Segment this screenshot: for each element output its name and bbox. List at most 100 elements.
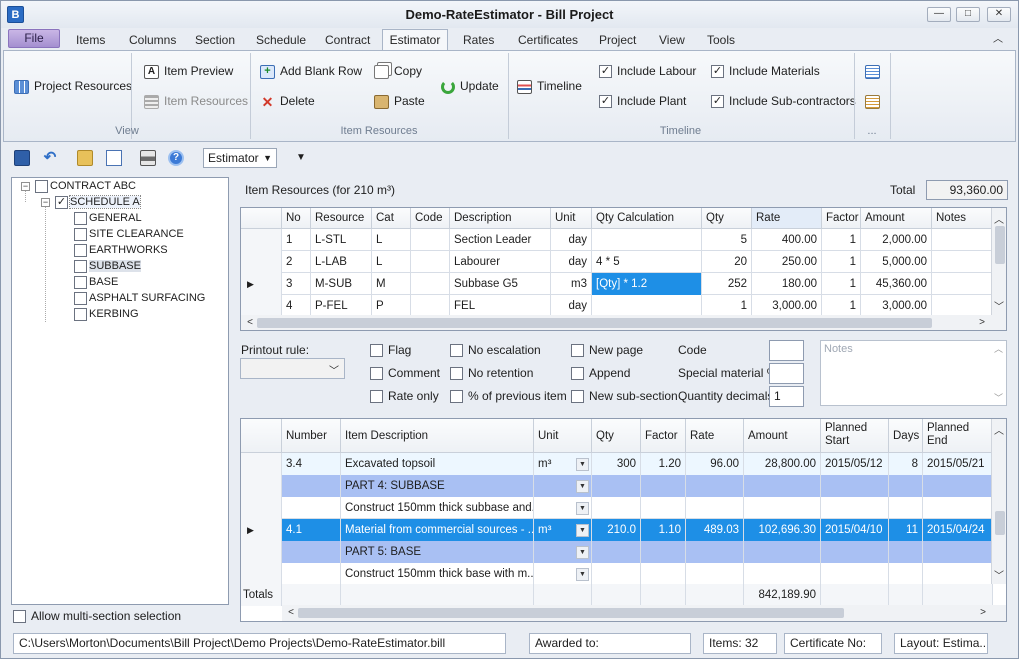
tab-project[interactable]: Project <box>599 32 636 50</box>
help-icon[interactable]: ? <box>168 150 184 166</box>
resource-cell-code[interactable] <box>411 295 450 317</box>
row-header[interactable] <box>241 251 282 273</box>
notes-textarea[interactable]: Notes ︿ ﹀ <box>820 340 1007 406</box>
row-header[interactable] <box>241 453 282 475</box>
paste-button[interactable]: Paste <box>374 91 425 111</box>
row-header[interactable] <box>241 475 282 497</box>
undo-icon[interactable]: ↶ <box>42 150 58 166</box>
scroll-right-icon[interactable]: > <box>975 317 989 328</box>
code-input[interactable] <box>769 340 804 361</box>
dropdown-icon[interactable]: ▼ <box>576 568 589 581</box>
item-cell-rate[interactable] <box>686 563 744 585</box>
flag-checkbox[interactable]: Flag <box>370 342 411 358</box>
current-row-icon[interactable]: ▶ <box>241 273 282 295</box>
scroll-thumb[interactable] <box>257 318 932 328</box>
row-header[interactable] <box>241 497 282 519</box>
include-materials-checkbox[interactable]: ✓ Include Materials <box>711 61 820 81</box>
item-cell-factor[interactable] <box>641 541 686 563</box>
resource-cell-rate[interactable]: 400.00 <box>752 229 822 251</box>
item-cell-qty[interactable] <box>592 475 641 497</box>
item-cell-factor[interactable] <box>641 563 686 585</box>
new-subsection-checkbox[interactable]: New sub-section <box>571 388 678 404</box>
item-cell-unit[interactable]: ▼ <box>534 541 592 563</box>
item-row[interactable]: PART 4: SUBBASE ▼ <box>241 475 993 497</box>
close-button[interactable]: ✕ <box>987 7 1011 22</box>
column-header[interactable]: Description <box>450 208 551 228</box>
scroll-down-icon[interactable]: ﹀ <box>992 567 1006 582</box>
item-cell-unit[interactable]: ▼ <box>534 497 592 519</box>
item-cell-amount[interactable] <box>744 497 821 519</box>
printout-rule-select[interactable]: ﹀ <box>240 358 345 379</box>
item-cell-description[interactable]: Material from commercial sources - ... <box>341 519 534 541</box>
item-cell-factor[interactable]: 1.10 <box>641 519 686 541</box>
tab-contract[interactable]: Contract <box>325 32 370 50</box>
item-cell-unit[interactable]: m³ ▼ <box>534 519 592 541</box>
item-cell-end[interactable]: 2015/04/24 <box>923 519 993 541</box>
item-cell-amount[interactable] <box>744 541 821 563</box>
item-preview-button[interactable]: A Item Preview <box>144 61 233 81</box>
resource-row[interactable]: ▶ 3 M-SUB M Subbase G5 m3 [Qty] * 1.2 252 180.00… <box>241 273 993 295</box>
column-header[interactable]: Notes <box>932 208 993 228</box>
item-cell-factor[interactable] <box>641 497 686 519</box>
resources-vertical-scrollbar[interactable]: ︿ ﹀ <box>991 208 1006 315</box>
resource-cell-amount[interactable]: 5,000.00 <box>861 251 932 273</box>
item-cell-start[interactable] <box>821 541 889 563</box>
tree-node-section[interactable]: GENERAL <box>74 210 142 226</box>
item-cell-rate[interactable] <box>686 541 744 563</box>
resource-cell-qty[interactable]: 20 <box>702 251 752 273</box>
resource-cell-cat[interactable]: L <box>372 229 411 251</box>
items-horizontal-scrollbar[interactable]: < > <box>282 605 1006 621</box>
resource-cell-notes[interactable] <box>932 229 993 251</box>
row-header[interactable] <box>241 229 282 251</box>
item-row[interactable]: PART 5: BASE ▼ <box>241 541 993 563</box>
resource-cell-no[interactable]: 3 <box>282 273 311 295</box>
collapse-icon[interactable]: − <box>21 182 30 191</box>
no-retention-checkbox[interactable]: No retention <box>450 365 533 381</box>
resource-cell-cat[interactable]: P <box>372 295 411 317</box>
item-cell-description[interactable]: Construct 150mm thick subbase and... <box>341 497 534 519</box>
scroll-up-icon[interactable]: ︿ <box>994 342 1003 355</box>
column-header[interactable]: Amount <box>861 208 932 228</box>
row-header[interactable] <box>241 541 282 563</box>
resource-cell-cat[interactable]: L <box>372 251 411 273</box>
resource-cell-resource[interactable]: P-FEL <box>311 295 372 317</box>
resource-cell-code[interactable] <box>411 273 450 295</box>
item-cell-rate[interactable] <box>686 475 744 497</box>
item-row[interactable]: Construct 150mm thick base with m... ▼ <box>241 563 993 585</box>
item-cell-days[interactable] <box>889 563 923 585</box>
resource-cell-amount[interactable]: 3,000.00 <box>861 295 932 317</box>
resource-cell-description[interactable]: Section Leader <box>450 229 551 251</box>
resource-cell-notes[interactable] <box>932 273 993 295</box>
tree-node-section[interactable]: SUBBASE <box>74 258 141 274</box>
item-cell-number[interactable] <box>282 497 341 519</box>
item-resources-button[interactable]: Item Resources <box>144 91 248 111</box>
resource-cell-factor[interactable]: 1 <box>822 295 861 317</box>
column-header[interactable]: Amount <box>744 419 821 452</box>
item-cell-qty[interactable]: 300 <box>592 453 641 475</box>
item-cell-end[interactable] <box>923 563 993 585</box>
resource-cell-code[interactable] <box>411 251 450 273</box>
resource-cell-calc[interactable] <box>592 295 702 317</box>
item-cell-amount[interactable] <box>744 475 821 497</box>
multi-section-checkbox[interactable]: Allow multi-section selection <box>13 608 181 624</box>
new-page-checkbox[interactable]: New page <box>571 342 643 358</box>
item-row[interactable]: 3.4 Excavated topsoil m³ ▼ 300 1.20 96.00 28,80… <box>241 453 993 475</box>
item-cell-description[interactable]: Excavated topsoil <box>341 453 534 475</box>
resources-grid[interactable]: No Resource Cat Code Description Unit Qt… <box>240 207 1007 331</box>
scroll-right-icon[interactable]: > <box>976 607 990 618</box>
resource-row[interactable]: 1 L-STL L Section Leader day 5 400.00 1 2,000.00 <box>241 229 993 251</box>
collapse-icon[interactable]: − <box>41 198 50 207</box>
item-cell-amount[interactable]: 102,696.30 <box>744 519 821 541</box>
resource-cell-calc[interactable]: [Qty] * 1.2 <box>592 273 702 295</box>
item-cell-start[interactable] <box>821 497 889 519</box>
resource-cell-no[interactable]: 2 <box>282 251 311 273</box>
include-labour-checkbox[interactable]: ✓ Include Labour <box>599 61 696 81</box>
resource-cell-amount[interactable]: 2,000.00 <box>861 229 932 251</box>
scroll-thumb[interactable] <box>995 511 1005 535</box>
column-header[interactable]: No <box>282 208 311 228</box>
item-row[interactable]: ▶ 4.1 Material from commercial sources - .… <box>241 519 993 541</box>
row-header[interactable] <box>241 563 282 585</box>
column-header[interactable]: Rate <box>752 208 822 228</box>
comment-checkbox[interactable]: Comment <box>370 365 440 381</box>
special-material-input[interactable] <box>769 363 804 384</box>
